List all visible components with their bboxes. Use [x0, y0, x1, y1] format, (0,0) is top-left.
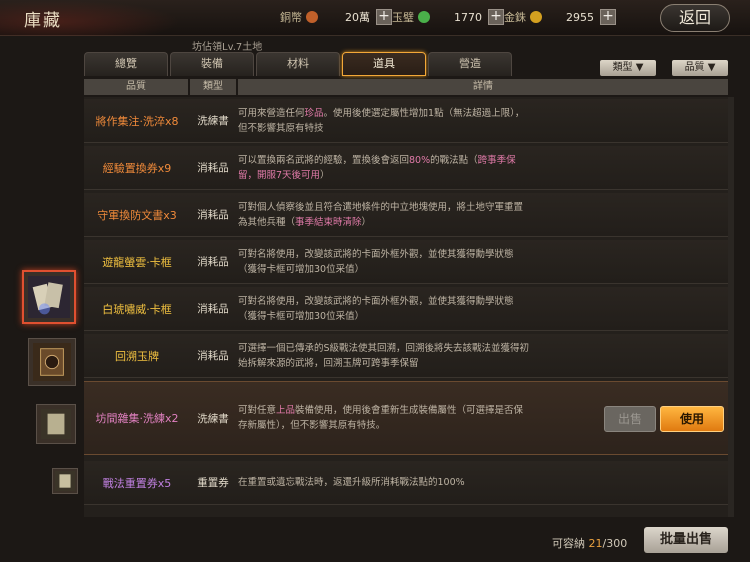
- table-row[interactable]: 白琥嘯威·卡框 消耗品 可對名將使用，改變該武將的卡面外框外觀，並使其獲得勳學狀…: [84, 287, 728, 331]
- table-row[interactable]: 將作集注·洗淬x8 洗練書 可用來營造任何珍品。使用後使選定屬性增加1點（無法超…: [84, 99, 728, 143]
- currency-jade: 玉璧 1770 +: [392, 8, 504, 26]
- tab-overview[interactable]: 總覽: [84, 52, 168, 76]
- type-filter-dropdown[interactable]: 類型 ▼: [600, 60, 656, 76]
- add-copper-button[interactable]: +: [376, 9, 392, 25]
- scroll-book-icon: [28, 276, 70, 318]
- list-scrollbar[interactable]: [728, 97, 734, 517]
- table-row[interactable]: 回溯玉牌 消耗品 可選擇一個已傳承的S級戰法使其回溯，回溯後將失去該戰法並獲得初…: [84, 334, 728, 378]
- copper-coin-icon: [306, 11, 318, 23]
- item-type: 洗練書: [197, 115, 229, 127]
- item-name: 經驗置換券x9: [102, 161, 172, 175]
- use-button[interactable]: 使用: [660, 406, 724, 432]
- capacity-used: 21: [588, 537, 603, 550]
- currency-label: 金銖: [504, 11, 526, 24]
- add-jade-button[interactable]: +: [488, 9, 504, 25]
- currency-value: 20萬: [345, 11, 370, 24]
- bulk-sell-button[interactable]: 批量出售: [644, 527, 728, 553]
- item-desc: 可以置換兩名武將的經驗，置換後會返回80%的戰法點（跨事季保留，開服7天後可用）: [238, 154, 516, 181]
- top-bar: 庫藏 銅幣 20萬 + 玉璧 1770 + 金銖 2955 + 返回: [0, 0, 750, 36]
- item-type: 消耗品: [197, 162, 229, 174]
- item-desc: 可對名將使用，改變該武將的卡面外框外觀，並使其獲得勳學狀態（獲得卡框可增加30位…: [238, 295, 514, 322]
- category-tabs: 總覽 裝備 材料 道具 營造: [84, 52, 514, 76]
- currency-label: 銅幣: [280, 11, 302, 24]
- tab-construction[interactable]: 營造: [428, 52, 512, 76]
- item-type: 消耗品: [197, 350, 229, 362]
- page-title: 庫藏: [24, 11, 62, 31]
- item-desc: 在重置或遺忘戰法時，返還升級所消耗戰法點的100%: [238, 477, 465, 488]
- item-type: 消耗品: [197, 303, 229, 315]
- sell-button[interactable]: 出售: [604, 406, 656, 432]
- table-row[interactable]: 遊龍螢雲·卡框 消耗品 可對名將使用，改變該武將的卡面外框外觀，並使其獲得勳學狀…: [84, 240, 728, 284]
- gold-coin-icon: [530, 11, 542, 23]
- table-row-selected[interactable]: 坊間雜集·洗練x2 洗練書 可對任意上品裝備使用，使用後會重新生成裝備屬性（可選…: [84, 381, 728, 455]
- territory-subtitle: 坊佔領Lv.7土地: [192, 42, 263, 53]
- column-header-type: 類型: [190, 79, 236, 95]
- item-name: 白琥嘯威·卡框: [102, 302, 172, 316]
- item-name: 將作集注·洗淬x8: [95, 114, 179, 128]
- item-desc: 可對任意上品裝備使用，使用後會重新生成裝備屬性（可選擇是否保存新屬性），但不影響…: [238, 405, 524, 431]
- item-desc: 可選擇一個已傳承的S級戰法使其回溯，回溯後將失去該戰法並獲得初始拆解來源的武將，…: [238, 342, 530, 369]
- currency-copper: 銅幣 20萬 +: [280, 8, 392, 26]
- currency-label: 玉璧: [392, 11, 414, 24]
- currency-gold: 金銖 2955 +: [504, 8, 616, 26]
- item-name: 遊龍螢雲·卡框: [102, 255, 172, 269]
- jade-icon: [418, 11, 430, 23]
- item-thumbnail[interactable]: [52, 468, 78, 494]
- item-type: 消耗品: [197, 256, 229, 268]
- voucher-icon: [55, 471, 75, 491]
- item-desc: 可用來營造任何珍品。使用後使選定屬性增加1點（無法超過上限），但不影響其原有特技: [238, 107, 525, 134]
- quality-filter-dropdown[interactable]: 品質 ▼: [672, 60, 728, 76]
- item-thumbnail-selected[interactable]: [22, 270, 76, 324]
- item-name: 坊間雜集·洗練x2: [95, 412, 179, 425]
- table-row[interactable]: 經驗置換券x9 消耗品 可以置換兩名武將的經驗，置換後會返回80%的戰法點（跨事…: [84, 146, 728, 190]
- add-gold-button[interactable]: +: [600, 9, 616, 25]
- item-type: 重置券: [197, 477, 229, 489]
- back-button[interactable]: 返回: [660, 4, 730, 32]
- item-name: 守軍換防文書x3: [97, 208, 177, 222]
- item-desc: 可對名將使用，改變該武將的卡面外框外觀，並使其獲得勳學狀態（獲得卡框可增加30位…: [238, 248, 514, 275]
- column-header-quality: 品質: [84, 79, 188, 95]
- table-row[interactable]: 戰法重置券x5 重置券 在重置或遺忘戰法時，返還升級所消耗戰法點的100%: [84, 461, 728, 505]
- tab-items[interactable]: 道具: [342, 52, 426, 76]
- item-type: 消耗品: [197, 209, 229, 221]
- tab-materials[interactable]: 材料: [256, 52, 340, 76]
- item-list: 將作集注·洗淬x8 洗練書 可用來營造任何珍品。使用後使選定屬性增加1點（無法超…: [84, 97, 728, 517]
- currency-value: 2955: [566, 10, 594, 24]
- item-thumbnail[interactable]: [28, 338, 76, 386]
- item-name: 回溯玉牌: [115, 349, 159, 363]
- table-row[interactable]: 守軍換防文書x3 消耗品 可對個人偵察後並且符合遣地條件的中立地塊使用，將土地守…: [84, 193, 728, 237]
- capacity-total: /300: [602, 537, 628, 550]
- currency-value: 1770: [454, 10, 482, 24]
- item-name: 戰法重置券x5: [102, 476, 172, 490]
- tab-equipment[interactable]: 裝備: [170, 52, 254, 76]
- jade-token-icon: [33, 343, 71, 381]
- capacity-readout: 可容納 21/300: [552, 535, 627, 551]
- item-desc: 可對個人偵察後並且符合遣地條件的中立地塊使用，將土地守軍重置為其他兵種（事季結束…: [238, 201, 524, 228]
- capacity-label: 可容納: [552, 537, 585, 550]
- item-type: 洗練書: [197, 412, 229, 425]
- item-thumbnail[interactable]: [36, 404, 76, 444]
- column-header-details: 詳情: [238, 79, 728, 95]
- book-icon: [41, 409, 71, 439]
